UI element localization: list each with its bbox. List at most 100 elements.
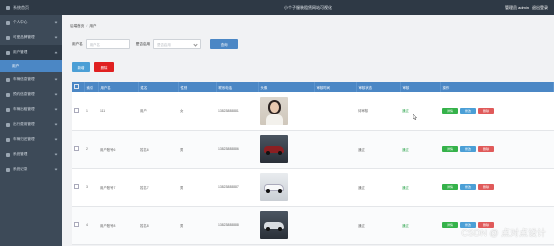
edit-button[interactable]: 修改 — [460, 146, 476, 152]
row-audit-state: 通过 — [356, 130, 400, 169]
mouse-cursor-icon — [413, 114, 417, 120]
row-delete-button[interactable]: 删除 — [478, 184, 494, 190]
sidebar-item-label: 用户管理 — [13, 50, 28, 54]
row-audit: 通过 — [400, 92, 440, 131]
detail-button[interactable]: 详情 — [442, 146, 458, 152]
sidebar-item-fees[interactable]: 出行费用管理 — [0, 117, 62, 132]
sidebar-item-brand[interactable]: 可爱品牌管理 — [0, 30, 62, 45]
app-title: 小个子服装租赁网站可视化 — [284, 5, 332, 10]
add-button[interactable]: 新增 — [72, 62, 90, 72]
row-select-cell — [72, 206, 84, 245]
row-audit-state: 通过 — [356, 206, 400, 245]
row-audit-state: 通过 — [356, 168, 400, 207]
users-table: 索引 用户名 姓名 性别 联系电话 头像 审核时间 审核状态 审核 操作 1 1… — [72, 82, 554, 245]
sidebar-item-logs[interactable]: 系统记录 — [0, 162, 62, 177]
row-select-cell — [72, 92, 84, 131]
sidebar-subitem-user[interactable]: 用户 — [0, 60, 62, 72]
row-checkbox[interactable] — [74, 146, 79, 151]
select-all-checkbox[interactable] — [74, 84, 79, 89]
sidebar-brand[interactable]: 系统首页 — [0, 0, 62, 15]
avatar-image[interactable] — [260, 211, 288, 239]
sidebar-item-vehicles[interactable]: 车辆信息管理 — [0, 72, 62, 87]
chevron-down-icon — [54, 152, 58, 156]
row-avatar-cell — [258, 168, 314, 207]
sidebar-item-label: 车辆归还管理 — [13, 137, 35, 141]
row-audit: 通过 — [400, 130, 440, 169]
top-bar: 小个子服装租赁网站可视化 管理员 admin 退出登录 — [62, 0, 554, 15]
breadcrumb-home[interactable]: 后端首页 — [70, 24, 84, 29]
sidebar-item-label: 出行费用管理 — [13, 122, 35, 126]
chevron-down-icon — [54, 92, 58, 96]
row-delete-button[interactable]: 删除 — [478, 107, 494, 114]
sidebar-item-label: 预约信息管理 — [13, 92, 35, 96]
breadcrumb-separator: / — [86, 24, 88, 28]
sidebar: 系统首页 个人中心 可爱品牌管理 用户管理 用户 车辆信息管理 预约信息管理 车… — [0, 0, 62, 246]
avatar-image[interactable] — [260, 96, 288, 125]
table-row: 2 用户账号6 姓名6 男 13823888886 通过 通过 详情 修改 删除 — [72, 130, 554, 169]
row-gender: 男 — [178, 206, 216, 245]
enabled-select[interactable]: 是否启用 — [153, 39, 202, 49]
row-name: 用户 — [138, 92, 178, 131]
row-delete-button[interactable]: 删除 — [478, 146, 494, 152]
search-button[interactable]: 查询 — [210, 39, 239, 49]
select-all-header[interactable] — [72, 82, 85, 92]
username-input[interactable]: 用户名 — [85, 39, 130, 49]
col-index: 索引 — [84, 82, 99, 92]
row-username: 111 — [98, 92, 138, 131]
avatar-image[interactable] — [260, 173, 288, 201]
sidebar-item-label: 可爱品牌管理 — [13, 35, 35, 39]
row-username: 用户账号8 — [98, 206, 138, 245]
row-username: 用户账号6 — [98, 130, 138, 169]
row-checkbox[interactable] — [74, 107, 79, 113]
row-audit: 通过 — [400, 206, 440, 245]
chevron-down-icon — [54, 107, 58, 111]
detail-button[interactable]: 详情 — [442, 222, 458, 228]
key-icon — [6, 107, 10, 112]
edit-button[interactable]: 修改 — [460, 184, 476, 190]
users-icon — [6, 50, 10, 55]
watermark-text: CSDN @ 点对点设计 — [461, 228, 546, 238]
row-checkbox[interactable] — [74, 222, 79, 227]
logout-link[interactable]: 退出登录 — [532, 5, 548, 11]
col-audit-time: 审核时间 — [314, 82, 357, 92]
col-gender: 性别 — [178, 82, 217, 92]
sidebar-subitem-label: 用户 — [12, 63, 20, 68]
edit-button[interactable]: 修改 — [460, 107, 476, 114]
col-actions: 操作 — [440, 82, 554, 92]
row-checkbox[interactable] — [74, 184, 79, 189]
avatar-image[interactable] — [260, 135, 288, 163]
row-actions: 详情 修改 删除 — [440, 92, 554, 131]
row-audit-time — [314, 168, 356, 207]
gear-icon — [6, 152, 10, 157]
sidebar-item-profile[interactable]: 个人中心 — [0, 15, 62, 30]
sidebar-item-returns[interactable]: 车辆归还管理 — [0, 132, 62, 147]
username-placeholder: 用户名 — [89, 42, 100, 47]
user-area: 管理员 admin 退出登录 — [505, 5, 548, 11]
row-avatar-cell — [258, 206, 314, 245]
sidebar-item-rentals[interactable]: 车辆出租管理 — [0, 102, 62, 117]
table-header-row: 索引 用户名 姓名 性别 联系电话 头像 审核时间 审核状态 审核 操作 — [72, 82, 554, 92]
sidebar-item-users[interactable]: 用户管理 — [0, 45, 62, 60]
row-audit: 通过 — [400, 168, 440, 207]
detail-button[interactable]: 详情 — [442, 107, 458, 114]
watermark: CSDN @ 点对点设计 — [461, 226, 546, 239]
table-row: 1 111 用户 女 13823888881 待审核 通过 详情 修改 删除 — [72, 92, 554, 131]
delete-button[interactable]: 删除 — [94, 62, 114, 72]
sidebar-item-label: 系统记录 — [13, 167, 28, 171]
row-audit-time — [314, 130, 356, 169]
row-phone: 13823888886 — [216, 130, 258, 169]
detail-button[interactable]: 详情 — [442, 184, 458, 190]
row-index: 2 — [84, 130, 98, 169]
sidebar-item-system[interactable]: 系统管理 — [0, 147, 62, 162]
row-phone: 13823888881 — [216, 92, 258, 131]
row-select-cell — [72, 130, 84, 169]
col-avatar: 头像 — [258, 82, 315, 92]
sidebar-item-bookings[interactable]: 预约信息管理 — [0, 87, 62, 102]
car-icon — [6, 77, 10, 82]
row-audit-time — [314, 206, 356, 245]
sidebar-brand-label: 系统首页 — [13, 4, 29, 10]
calendar-icon — [6, 92, 10, 97]
col-name: 姓名 — [138, 82, 179, 92]
row-phone: 13823888888 — [216, 206, 258, 245]
col-audit: 审核 — [400, 82, 441, 92]
